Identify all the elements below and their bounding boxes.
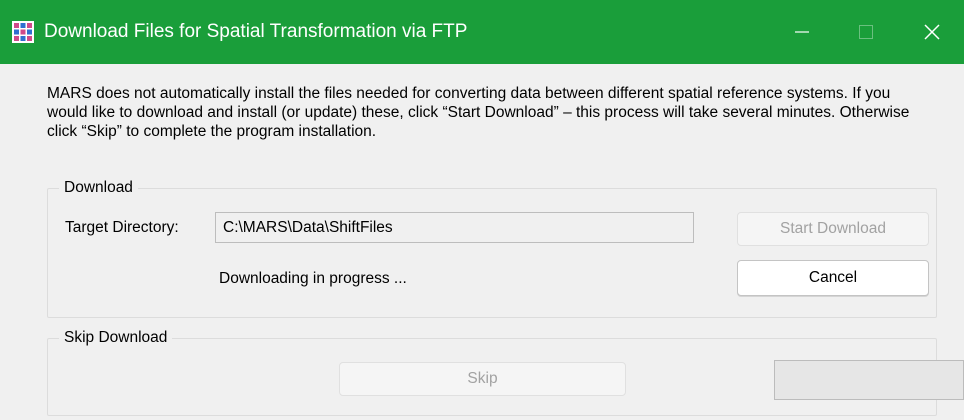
- download-status-text: Downloading in progress ...: [219, 270, 407, 287]
- download-group: Download: [47, 178, 937, 318]
- title-bar[interactable]: Download Files for Spatial Transformatio…: [0, 0, 964, 64]
- start-download-button[interactable]: Start Download: [737, 212, 929, 246]
- skip-button[interactable]: Skip: [339, 362, 626, 396]
- dialog-window: Download Files for Spatial Transformatio…: [0, 0, 964, 420]
- minimize-icon: [795, 31, 809, 33]
- download-group-title: Download: [59, 178, 138, 198]
- cancel-button[interactable]: Cancel: [737, 260, 929, 296]
- minimize-button[interactable]: [770, 0, 834, 64]
- grid-app-icon: [12, 21, 34, 43]
- info-message: MARS does not automatically install the …: [47, 85, 910, 140]
- skip-download-group-title: Skip Download: [59, 328, 173, 348]
- download-progress-bar: [774, 360, 964, 400]
- maximize-button: [834, 0, 898, 64]
- target-directory-label: Target Directory:: [65, 219, 179, 236]
- target-directory-field[interactable]: C:\MARS\Data\ShiftFiles: [215, 212, 694, 243]
- close-icon: [924, 24, 940, 40]
- close-button[interactable]: [900, 0, 964, 64]
- window-title: Download Files for Spatial Transformatio…: [44, 21, 468, 42]
- maximize-icon: [859, 25, 873, 39]
